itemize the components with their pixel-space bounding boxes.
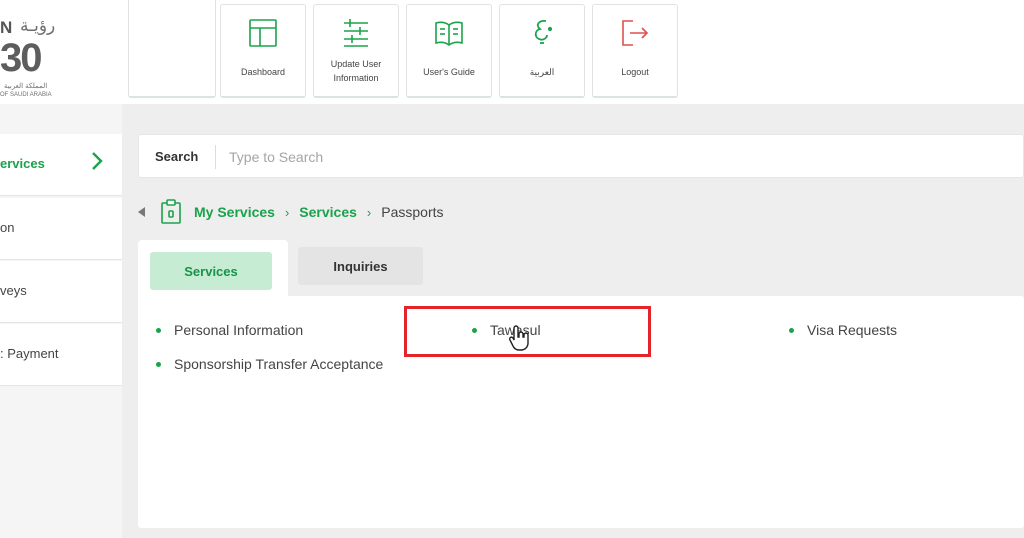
tab-inquiries[interactable]: Inquiries bbox=[298, 247, 423, 285]
service-label: Personal Information bbox=[174, 322, 304, 338]
search-divider bbox=[215, 145, 216, 169]
users-guide-label: User's Guide bbox=[423, 67, 475, 77]
bullet-dot bbox=[156, 361, 161, 367]
sidebar-item-payment[interactable]: : Payment bbox=[0, 324, 122, 386]
service-label: Visa Requests bbox=[807, 322, 898, 338]
breadcrumb-passports: Passports bbox=[381, 204, 444, 220]
clipboard-icon bbox=[160, 199, 182, 225]
bullet-dot bbox=[789, 327, 794, 333]
breadcrumb: My Services › Services › Passports bbox=[138, 199, 444, 225]
sidebar-item-label: : Payment bbox=[0, 346, 59, 361]
sidebar-item-label: veys bbox=[0, 283, 27, 298]
logout-button[interactable]: Logout bbox=[592, 4, 678, 98]
sidebar-item-2[interactable]: on bbox=[0, 198, 122, 260]
settings-sliders-icon bbox=[340, 15, 372, 51]
logo-arabic-text: رؤيـة bbox=[20, 16, 56, 36]
service-link-visa-requests[interactable]: Visa Requests bbox=[789, 322, 897, 338]
logo-number: 30 bbox=[0, 36, 42, 80]
service-link-sponsorship-transfer-acceptance[interactable]: Sponsorship Transfer Acceptance bbox=[156, 356, 383, 372]
hand-cursor-icon bbox=[509, 324, 531, 357]
tab-services[interactable]: Services bbox=[150, 252, 272, 290]
book-icon bbox=[433, 15, 465, 51]
language-button[interactable]: العربية bbox=[499, 4, 585, 98]
breadcrumb-separator: › bbox=[284, 204, 290, 220]
search-label: Search bbox=[155, 149, 199, 164]
sidebar-item-surveys[interactable]: veys bbox=[0, 261, 122, 323]
vision-2030-logo: رؤيـة N 30 المملكة العربية OF SAUDI ARAB… bbox=[0, 8, 80, 98]
service-label: Sponsorship Transfer Acceptance bbox=[174, 356, 384, 372]
logout-label: Logout bbox=[621, 67, 649, 77]
sidebar-item-my-services[interactable]: ervices bbox=[0, 134, 122, 196]
breadcrumb-my-services[interactable]: My Services bbox=[194, 204, 275, 220]
language-label: العربية bbox=[529, 67, 555, 77]
logo-subtitle-english: OF SAUDI ARABIA bbox=[0, 92, 52, 98]
search-bar: Search bbox=[138, 134, 1024, 178]
logo-subtitle-arabic: المملكة العربية bbox=[4, 83, 48, 90]
sidebar: ervices on veys : Payment bbox=[0, 104, 122, 538]
breadcrumb-services[interactable]: Services bbox=[299, 204, 357, 220]
header: رؤيـة N 30 المملكة العربية OF SAUDI ARAB… bbox=[0, 0, 1024, 104]
dashboard-icon bbox=[247, 15, 279, 51]
dashboard-label: Dashboard bbox=[240, 67, 286, 77]
users-guide-button[interactable]: User's Guide bbox=[406, 4, 492, 98]
sidebar-item-label: ervices bbox=[0, 156, 45, 171]
update-user-info-button[interactable]: Update User Information bbox=[313, 4, 399, 98]
breadcrumb-separator: › bbox=[366, 204, 372, 220]
update-user-info-label: Update User Information bbox=[330, 59, 382, 83]
search-input[interactable] bbox=[229, 145, 929, 169]
logo-letter: N bbox=[0, 18, 13, 37]
back-arrow-icon[interactable] bbox=[138, 207, 148, 217]
chevron-right-icon bbox=[90, 150, 104, 177]
logout-icon bbox=[619, 15, 651, 51]
nav-blank-tile bbox=[128, 0, 216, 98]
dashboard-button[interactable]: Dashboard bbox=[220, 4, 306, 98]
language-icon bbox=[526, 15, 558, 51]
service-link-personal-information[interactable]: Personal Information bbox=[156, 322, 303, 338]
sidebar-item-label: on bbox=[0, 220, 15, 235]
bullet-dot bbox=[156, 327, 161, 333]
